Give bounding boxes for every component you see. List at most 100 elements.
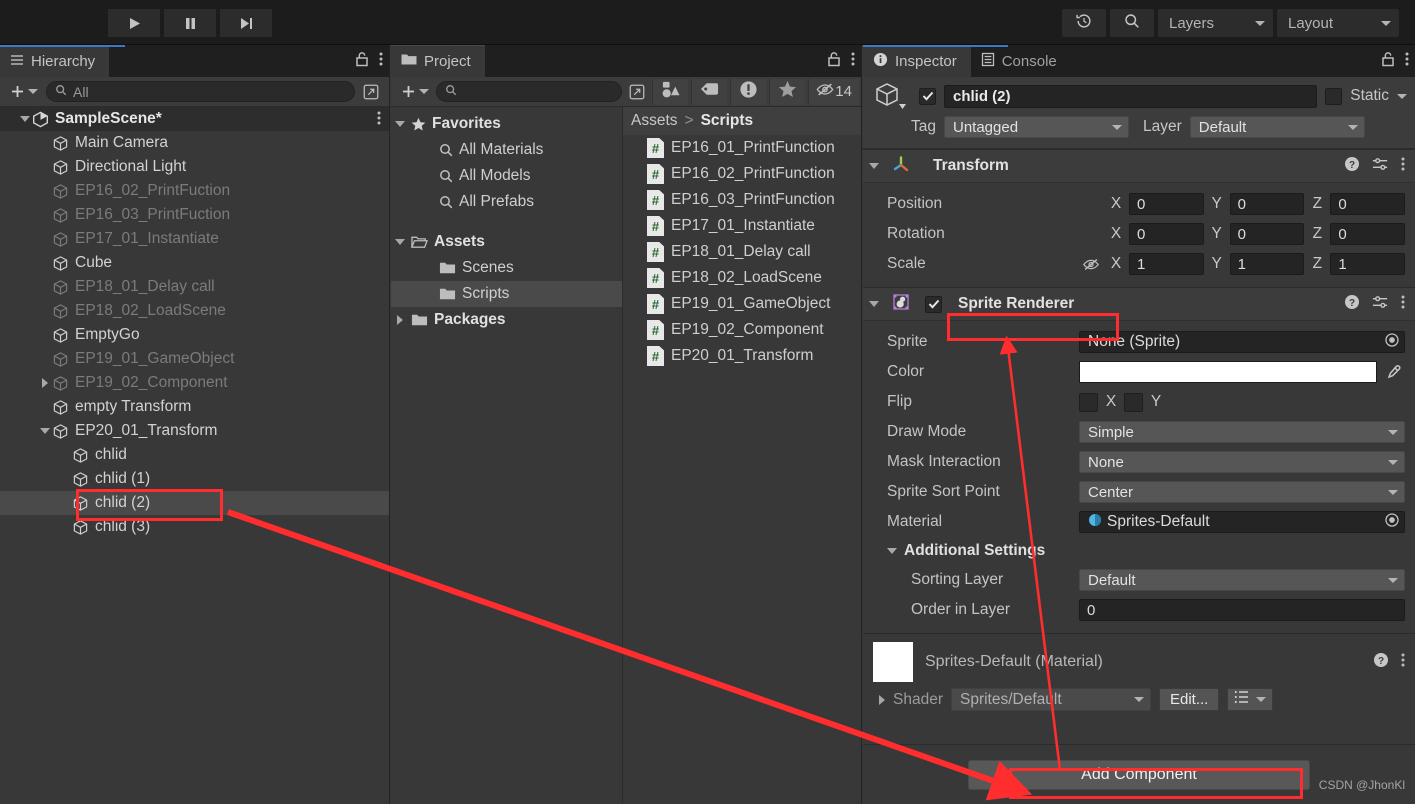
eyedropper-icon[interactable] [1383, 364, 1405, 380]
sprite-sort-point-dropdown[interactable]: Center [1079, 481, 1405, 503]
foldout-arrow-icon[interactable] [879, 694, 885, 705]
project-tree-item[interactable]: All Prefabs [391, 189, 622, 215]
play-button[interactable] [108, 9, 160, 37]
flip-y-checkbox[interactable] [1124, 392, 1143, 412]
layout-dropdown[interactable]: Layout [1277, 9, 1399, 37]
hierarchy-item[interactable]: EP17_01_Instantiate [0, 227, 389, 251]
hierarchy-item[interactable]: Directional Light [0, 155, 389, 179]
hierarchy-item[interactable]: chlid (3) [0, 515, 389, 539]
hierarchy-item[interactable]: EP18_02_LoadScene [0, 299, 389, 323]
inspector-menu-icon[interactable] [1405, 51, 1409, 72]
transform-z-field[interactable]: 0 [1330, 193, 1406, 215]
material-menu-icon[interactable] [1401, 652, 1405, 673]
hierarchy-search-input[interactable] [73, 83, 346, 100]
lock-icon[interactable] [355, 51, 369, 72]
sprite-renderer-component-header[interactable]: Sprite Renderer ? [863, 287, 1415, 321]
transform-x-field[interactable]: 0 [1129, 193, 1204, 215]
help-icon[interactable]: ? [1344, 156, 1360, 177]
hierarchy-menu-icon[interactable] [379, 51, 383, 72]
filter-by-label-button[interactable] [690, 78, 727, 105]
transform-x-field[interactable]: 1 [1129, 253, 1204, 275]
help-icon[interactable]: ? [1344, 294, 1360, 315]
layers-dropdown[interactable]: Layers [1158, 9, 1273, 37]
transform-y-field[interactable]: 0 [1229, 193, 1305, 215]
layer-dropdown[interactable]: Default [1189, 116, 1365, 138]
asset-rows[interactable]: # EP16_01_PrintFunction # EP16_02_PrintFunc… [623, 135, 861, 369]
shader-dropdown[interactable]: Sprites/Default [950, 688, 1151, 711]
hierarchy-item[interactable]: EP19_02_Component [0, 371, 389, 395]
filter-warnings-button[interactable] [729, 78, 767, 105]
object-picker-icon[interactable] [1384, 512, 1400, 533]
chevron-down-icon[interactable] [1397, 93, 1407, 99]
object-picker-icon[interactable] [1384, 332, 1400, 353]
help-icon[interactable]: ? [1373, 652, 1389, 673]
gameobject-active-checkbox[interactable] [919, 87, 936, 105]
asset-item[interactable]: # EP16_01_PrintFunction [623, 135, 861, 161]
foldout-arrow-icon[interactable] [869, 163, 879, 169]
sorting-layer-dropdown[interactable]: Default [1079, 569, 1405, 591]
hierarchy-tree[interactable]: SampleScene* Main Camera Directional Light… [0, 107, 389, 539]
filter-favorites-button[interactable] [769, 78, 806, 105]
sprite-renderer-enabled-checkbox[interactable] [925, 295, 942, 313]
scene-menu-icon[interactable] [377, 110, 381, 131]
search-button[interactable] [1110, 9, 1154, 37]
hierarchy-item[interactable]: Cube [0, 251, 389, 275]
foldout-arrow-icon[interactable] [391, 121, 409, 127]
hierarchy-add-button[interactable] [6, 84, 42, 99]
hierarchy-item[interactable]: EP18_01_Delay call [0, 275, 389, 299]
hierarchy-item[interactable]: chlid [0, 443, 389, 467]
color-swatch-field[interactable] [1079, 361, 1377, 383]
order-in-layer-field[interactable]: 0 [1079, 599, 1405, 621]
gameobject-name-field[interactable]: chlid (2) [944, 84, 1318, 108]
hierarchy-item[interactable]: chlid (1) [0, 467, 389, 491]
foldout-arrow-icon[interactable] [391, 239, 409, 245]
foldout-arrow-icon[interactable] [38, 378, 52, 388]
gameobject-icon-button[interactable] [871, 80, 911, 112]
hierarchy-item[interactable]: SampleScene* [0, 107, 389, 131]
hierarchy-item-selected[interactable]: chlid (2) [0, 491, 389, 515]
hierarchy-search-field[interactable] [46, 81, 355, 102]
transform-z-field[interactable]: 1 [1330, 253, 1406, 275]
asset-item[interactable]: # EP18_01_Delay call [623, 239, 861, 265]
asset-item[interactable]: # EP16_02_PrintFunction [623, 161, 861, 187]
foldout-arrow-icon[interactable] [38, 428, 52, 434]
transform-y-field[interactable]: 0 [1229, 223, 1305, 245]
project-tree-item[interactable]: All Models [391, 163, 622, 189]
additional-settings-foldout[interactable]: Additional Settings [873, 537, 1405, 565]
filter-by-type-button[interactable] [651, 78, 688, 105]
project-tree-item[interactable]: Scenes [391, 255, 622, 281]
transform-x-field[interactable]: 0 [1129, 223, 1204, 245]
asset-item[interactable]: # EP16_03_PrintFunction [623, 187, 861, 213]
project-folder-tree[interactable]: Favorites All Materials All Models All Pref… [391, 107, 623, 804]
material-object-field[interactable]: Sprites-Default [1079, 511, 1405, 533]
asset-item[interactable]: # EP18_02_LoadScene [623, 265, 861, 291]
step-button[interactable] [220, 9, 272, 37]
static-checkbox[interactable] [1325, 87, 1343, 105]
flip-x-checkbox[interactable] [1079, 392, 1098, 412]
project-create-button[interactable] [397, 84, 433, 99]
preset-icon[interactable] [1372, 156, 1389, 177]
project-tree-item[interactable]: Scripts [391, 281, 622, 307]
hierarchy-item[interactable]: EmptyGo [0, 323, 389, 347]
foldout-arrow-icon[interactable] [869, 301, 879, 307]
asset-item[interactable]: # EP19_01_GameObject [623, 291, 861, 317]
hidden-assets-count-button[interactable]: 14 [808, 78, 860, 105]
asset-item[interactable]: # EP19_02_Component [623, 317, 861, 343]
project-tree-item[interactable]: All Materials [391, 137, 622, 163]
project-tree-item[interactable]: Favorites [391, 111, 622, 137]
draw-mode-dropdown[interactable]: Simple [1079, 421, 1405, 443]
lock-icon[interactable] [827, 51, 841, 72]
project-tree-item[interactable]: Assets [391, 229, 622, 255]
undo-history-button[interactable] [1062, 9, 1106, 37]
sprite-renderer-menu-icon[interactable] [1401, 294, 1405, 315]
lock-icon[interactable] [1381, 51, 1395, 72]
project-search-expand-button[interactable] [625, 81, 648, 103]
foldout-arrow-icon[interactable] [391, 315, 409, 325]
edit-shader-button[interactable]: Edit... [1158, 688, 1220, 711]
hierarchy-item[interactable]: EP16_03_PrintFuction [0, 203, 389, 227]
add-component-button[interactable]: Add Component [968, 759, 1310, 790]
shader-variants-button[interactable] [1227, 688, 1274, 711]
transform-z-field[interactable]: 0 [1330, 223, 1406, 245]
tag-dropdown[interactable]: Untagged [944, 116, 1129, 138]
breadcrumb-root[interactable]: Assets [631, 112, 678, 130]
